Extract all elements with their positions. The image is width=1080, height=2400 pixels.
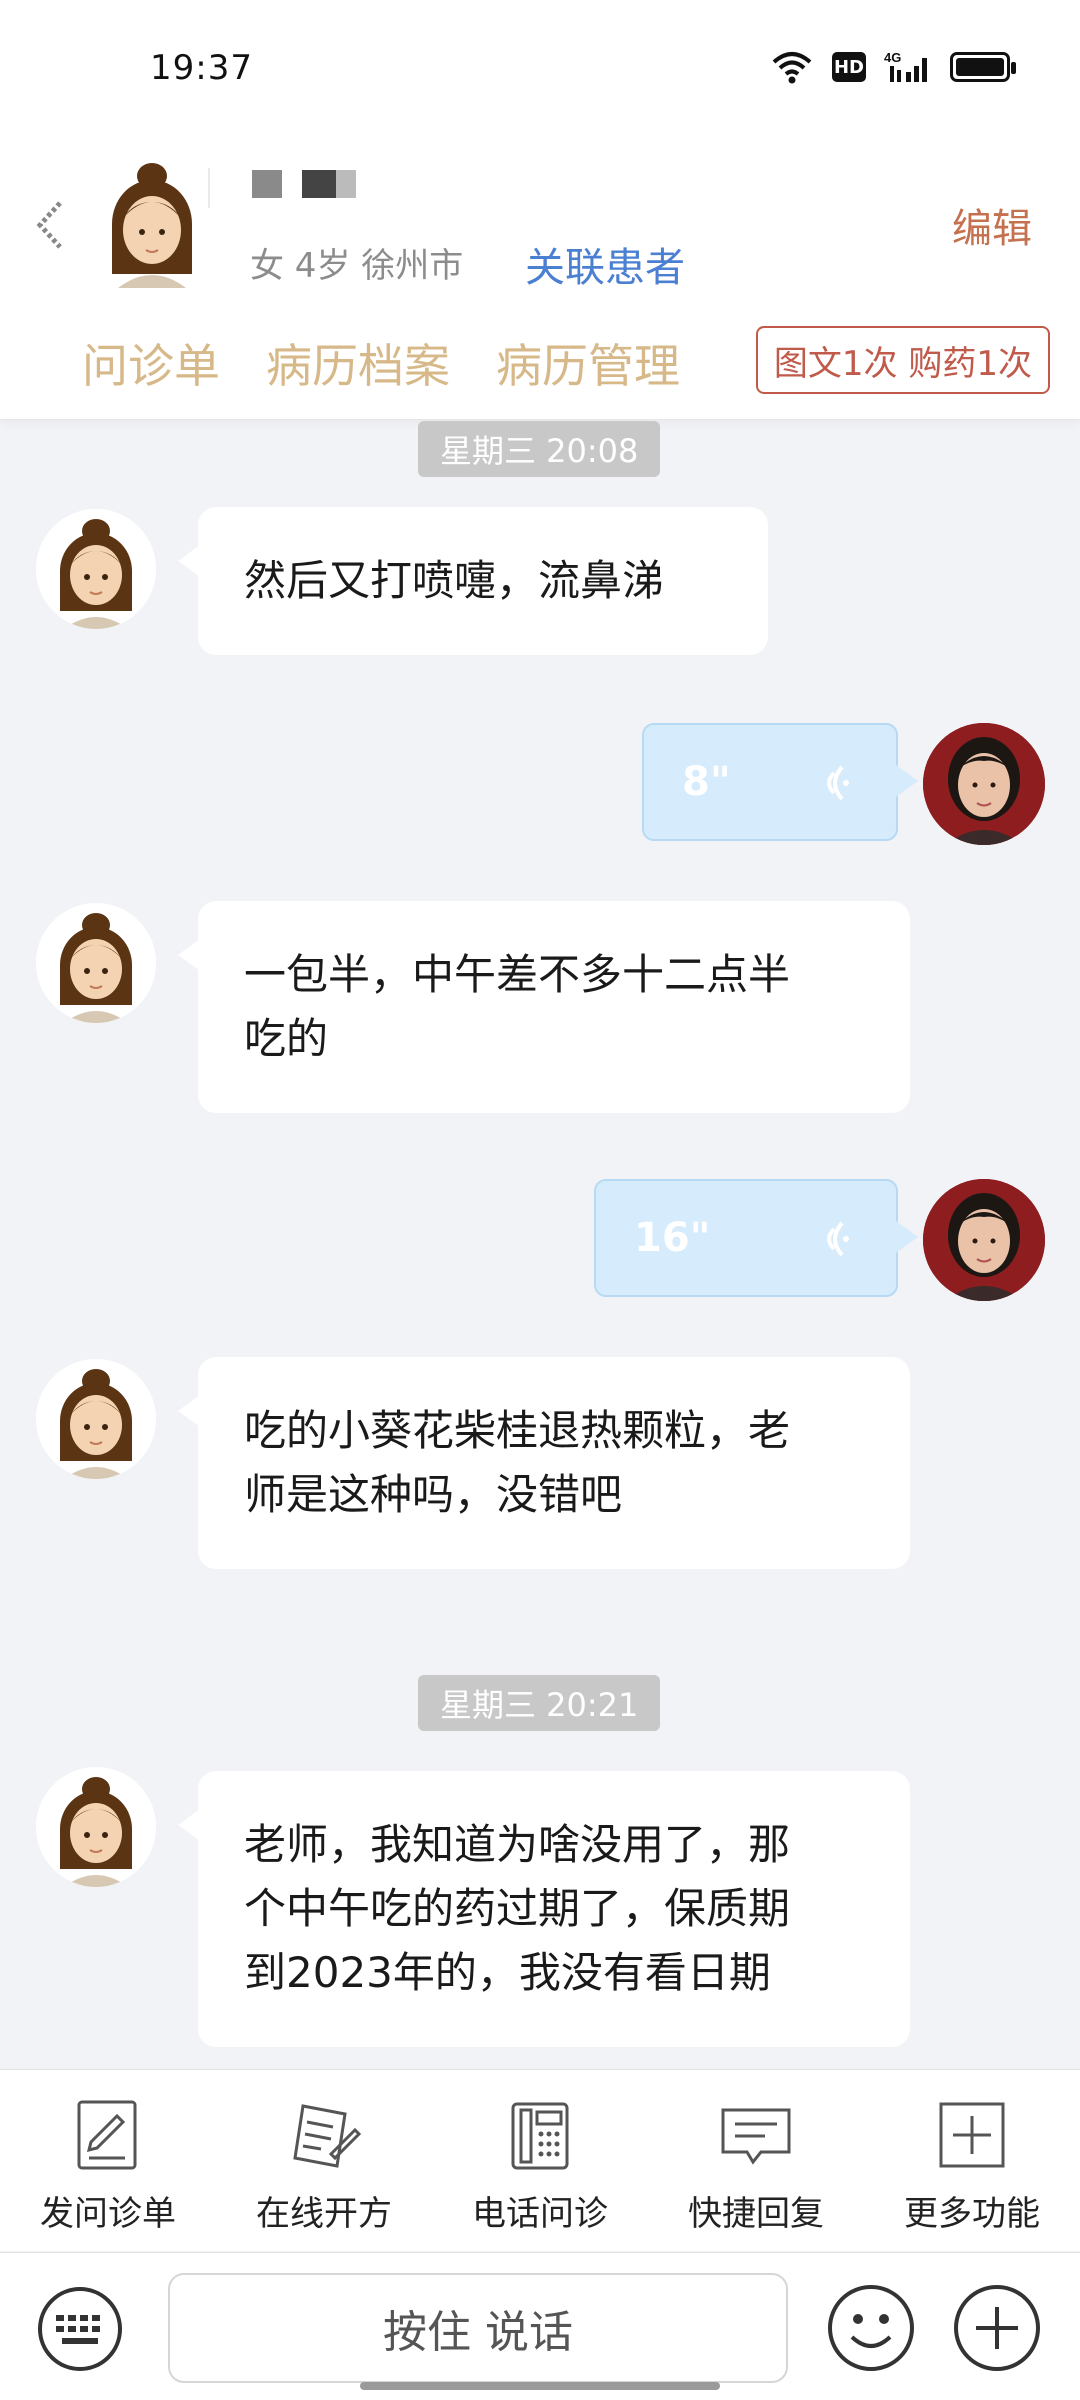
battery-icon bbox=[950, 52, 1016, 82]
patient-info: 女 4岁 徐州市 bbox=[250, 246, 464, 286]
more-icon bbox=[939, 2102, 1005, 2168]
phone-icon bbox=[511, 2102, 569, 2170]
patient-avatar-chat[interactable] bbox=[36, 903, 156, 1023]
patient-name-redacted bbox=[252, 170, 356, 198]
tab-record-management[interactable]: 病历管理 bbox=[496, 330, 680, 396]
message-text: 到2023年的，我没有看日期 bbox=[244, 1948, 771, 1997]
phone-consult-button[interactable]: 电话问诊 bbox=[432, 2070, 648, 2235]
voice-wave-icon bbox=[827, 1221, 849, 1257]
patient-avatar-chat[interactable] bbox=[36, 1359, 156, 1479]
chat-message-patient[interactable]: 吃的小葵花柴桂退热颗粒，老 师是这种吗，没错吧 bbox=[178, 1357, 910, 1569]
func-label: 电话问诊 bbox=[472, 2194, 608, 2234]
voice-duration: 8" bbox=[682, 759, 731, 805]
wifi-icon bbox=[772, 52, 812, 84]
doctor-avatar[interactable] bbox=[923, 723, 1045, 845]
back-icon[interactable] bbox=[30, 195, 74, 255]
quick-reply-button[interactable]: 快捷回复 bbox=[648, 2070, 864, 2235]
func-label: 更多功能 bbox=[904, 2194, 1040, 2234]
patient-avatar-chat[interactable] bbox=[36, 509, 156, 629]
online-prescription-button[interactable]: 在线开方 bbox=[216, 2070, 432, 2235]
chat-message-patient[interactable]: 老师，我知道为啥没用了，那 个中午吃的药过期了，保质期 到2023年的，我没有看… bbox=[178, 1771, 910, 2047]
hold-to-talk-button[interactable]: 按住 说话 bbox=[168, 2273, 788, 2383]
home-indicator[interactable] bbox=[360, 2382, 720, 2390]
form-icon bbox=[77, 2100, 137, 2170]
voice-message[interactable]: 8" bbox=[642, 723, 918, 841]
chat-area[interactable]: 星期三 20:08 然后又打喷嚏，流鼻涕 8" 一包半，中午差不多十二点半 吃的… bbox=[0, 421, 1080, 2069]
message-text: 师是这种吗，没错吧 bbox=[244, 1470, 623, 1519]
message-text: 老师，我知道为啥没用了，那 bbox=[244, 1820, 791, 1869]
plus-icon[interactable] bbox=[952, 2283, 1042, 2373]
edit-button[interactable]: 编辑 bbox=[952, 196, 1032, 254]
send-consult-form-button[interactable]: 发问诊单 bbox=[0, 2070, 216, 2235]
message-text: 吃的 bbox=[244, 1014, 329, 1063]
chat-message-patient[interactable]: 一包半，中午差不多十二点半 吃的 bbox=[178, 901, 910, 1113]
order-count-badge[interactable]: 图文1次 购药1次 bbox=[755, 326, 1050, 394]
function-bar: 发问诊单 在线开方 电话问诊 快捷回复 更多功能 bbox=[0, 2069, 1080, 2251]
chat-message-patient[interactable]: 然后又打喷嚏，流鼻涕 bbox=[178, 507, 768, 655]
voice-duration: 16" bbox=[634, 1215, 711, 1261]
record-tabs: 问诊单 病历档案 病历管理 bbox=[82, 330, 680, 396]
tab-consult-form[interactable]: 问诊单 bbox=[82, 330, 220, 396]
status-bar: 19:37 HD 4G bbox=[0, 0, 1080, 140]
tab-medical-archive[interactable]: 病历档案 bbox=[266, 330, 450, 396]
message-text: 一包半，中午差不多十二点半 bbox=[244, 950, 791, 999]
func-label: 发问诊单 bbox=[40, 2194, 176, 2234]
hd-badge: HD bbox=[832, 52, 866, 82]
more-functions-button[interactable]: 更多功能 bbox=[864, 2070, 1080, 2235]
quick-reply-icon bbox=[721, 2108, 791, 2165]
timestamp-chip: 星期三 20:08 bbox=[418, 421, 661, 477]
signal-icon: 4G bbox=[884, 50, 927, 82]
message-text: 个中午吃的药过期了，保质期 bbox=[244, 1884, 791, 1933]
func-label: 快捷回复 bbox=[688, 2194, 824, 2234]
doctor-avatar[interactable] bbox=[923, 1179, 1045, 1301]
timestamp-chip: 星期三 20:21 bbox=[418, 1675, 661, 1731]
status-time: 19:37 bbox=[150, 48, 253, 88]
message-text: 吃的小葵花柴桂退热颗粒，老 bbox=[244, 1406, 791, 1455]
emoji-icon[interactable] bbox=[826, 2283, 916, 2373]
message-text: 然后又打喷嚏，流鼻涕 bbox=[244, 556, 665, 605]
keyboard-icon[interactable] bbox=[36, 2285, 124, 2373]
link-patient-button[interactable]: 关联患者 bbox=[525, 235, 685, 293]
patient-header: 女 4岁 徐州市 关联患者 编辑 问诊单 病历档案 病历管理 图文1次 购药1次 bbox=[0, 140, 1080, 420]
patient-avatar[interactable] bbox=[100, 158, 210, 288]
prescription-icon bbox=[293, 2104, 362, 2168]
input-bar: 按住 说话 bbox=[0, 2252, 1080, 2400]
status-icons: HD 4G bbox=[770, 50, 1016, 84]
network-label: 4G bbox=[884, 50, 901, 65]
patient-avatar-chat[interactable] bbox=[36, 1767, 156, 1887]
voice-wave-icon bbox=[827, 765, 849, 801]
voice-message[interactable]: 16" bbox=[594, 1179, 918, 1297]
battery-level bbox=[956, 58, 1004, 76]
func-label: 在线开方 bbox=[256, 2194, 392, 2234]
